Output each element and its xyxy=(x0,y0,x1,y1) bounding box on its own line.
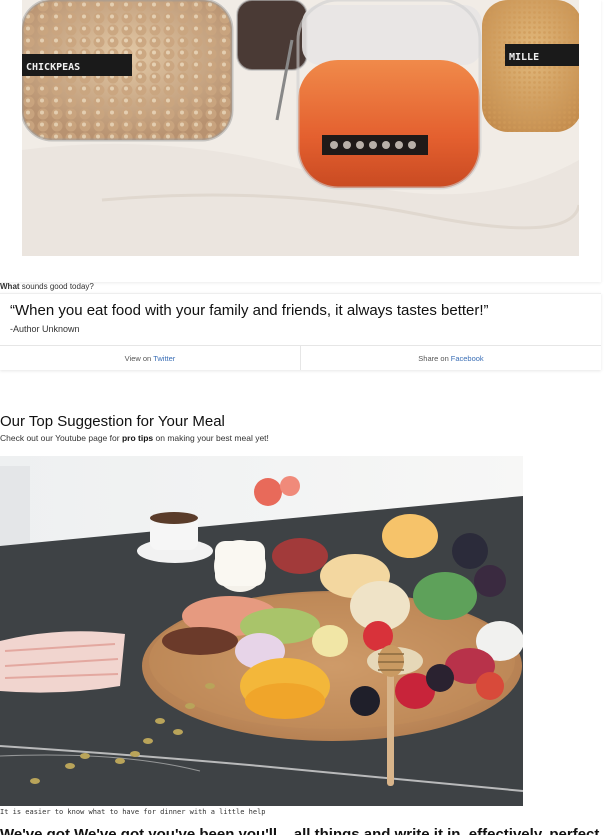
view-on-label: View on xyxy=(124,353,152,363)
pantry-jars-illustration: CHICKPEAS MILLE xyxy=(22,0,579,256)
share-on-facebook-button[interactable]: Share on Facebook xyxy=(300,346,601,370)
quote-author: -Author Unknown xyxy=(10,324,80,334)
suggestion-subtitle: Check out our Youtube page for pro tips … xyxy=(0,433,269,443)
millet-label: MILLE xyxy=(509,52,539,63)
suggestion-title: Our Top Suggestion for Your Meal xyxy=(0,413,225,430)
quote-actions: View on Twitter Share on Facebook xyxy=(0,345,601,370)
page: CHICKPEAS MILLE What sounds good today? … xyxy=(0,0,604,835)
quote-text: “When you eat food with your family and … xyxy=(10,302,489,319)
hero-image-card: CHICKPEAS MILLE xyxy=(0,0,601,282)
charcuterie-board-photo xyxy=(0,456,523,806)
quote-card: “When you eat food with your family and … xyxy=(0,293,601,370)
share-on-label: Share on xyxy=(418,353,449,363)
pantry-jars-photo: CHICKPEAS MILLE xyxy=(22,0,579,256)
facebook-link[interactable]: Facebook xyxy=(451,354,484,363)
chickpeas-label: CHICKPEAS xyxy=(26,62,80,73)
suggestion-sub-after: on making your best meal yet! xyxy=(155,433,269,443)
hero-caption-text: sounds good today? xyxy=(21,282,94,291)
pro-tips-text: pro tips xyxy=(121,433,154,443)
charcuterie-illustration xyxy=(0,456,523,806)
view-on-twitter-button[interactable]: View on Twitter xyxy=(0,346,300,370)
twitter-link[interactable]: Twitter xyxy=(153,354,175,363)
board-photo-caption: It is easier to know what to have for di… xyxy=(0,808,266,816)
hero-caption-bold: What xyxy=(0,282,20,291)
hero-caption: What sounds good today? xyxy=(0,282,94,291)
suggestion-sub-before: Check out our Youtube page for xyxy=(0,433,120,443)
next-section-heading: We've got We've got you've been you'll..… xyxy=(0,826,604,835)
